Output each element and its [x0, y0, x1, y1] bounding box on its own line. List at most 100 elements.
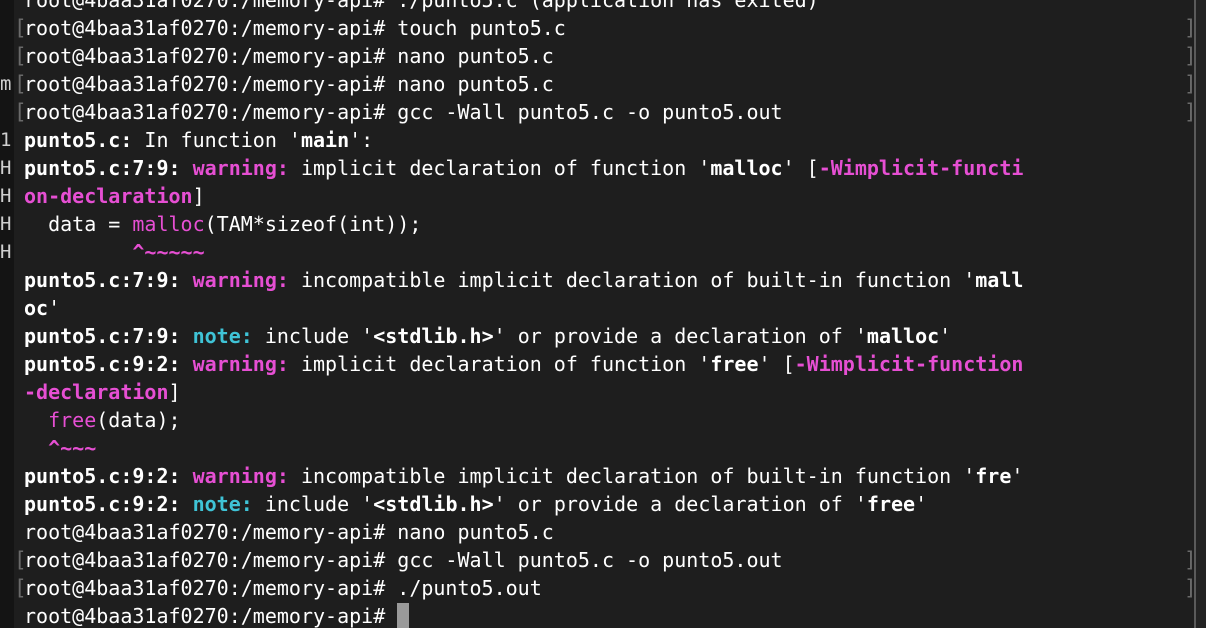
terminal-text-segment: root@4baa31af0270:/memory-api# ./punto5.… — [24, 0, 819, 12]
terminal-text-segment: ] — [192, 184, 205, 208]
terminal-text-segment: punto5.c:9:2: — [24, 464, 193, 488]
terminal-text-segment: (data); — [96, 408, 181, 432]
terminal-text-segment: ' — [1011, 464, 1024, 488]
line-mark-left — [14, 350, 24, 378]
line-mark-right — [1184, 210, 1194, 238]
terminal-cursor — [397, 603, 410, 628]
line-mark-right — [1184, 126, 1194, 154]
terminal-line: root@4baa31af0270:/memory-api# nano punt… — [24, 518, 1186, 546]
terminal-text-segment: ' — [939, 324, 952, 348]
terminal-text-segment: malloc — [866, 324, 940, 348]
line-mark-right — [1184, 182, 1194, 210]
line-mark-right — [1184, 0, 1194, 14]
terminal-text-segment: oc — [24, 296, 49, 320]
terminal-text-segment: note: — [192, 492, 253, 516]
line-mark-left — [14, 434, 24, 462]
line-mark-left: [ — [14, 100, 27, 124]
terminal-text-segment: ' or provide a declaration of ' — [493, 492, 867, 516]
line-mark-right — [1184, 238, 1194, 266]
terminal-text-segment: punto5.c:9:2: — [24, 352, 193, 376]
terminal-line: punto5.c:7:9: warning: implicit declarat… — [24, 154, 1186, 182]
terminal-text-segment: include ' — [252, 324, 374, 348]
terminal-text-segment: ^~~~~~ — [24, 240, 205, 264]
terminal-line: root@4baa31af0270:/memory-api# ./punto5.… — [24, 574, 1186, 602]
terminal-output[interactable]: root@4baa31af0270:/memory-api# ./punto5.… — [24, 0, 1186, 628]
background-char — [0, 0, 14, 14]
terminal-line: oc' — [24, 294, 1186, 322]
line-mark-right — [1184, 602, 1194, 628]
line-mark-left — [14, 210, 24, 238]
terminal-text-segment: warning: — [192, 156, 289, 180]
line-mark-left — [14, 182, 24, 210]
line-marks-right: ]]]]]] — [1184, 0, 1197, 628]
line-mark-left — [14, 322, 24, 350]
background-char: 1 — [0, 129, 12, 151]
line-mark-right — [1184, 350, 1194, 378]
terminal-line: root@4baa31af0270:/memory-api# nano punt… — [24, 42, 1186, 70]
terminal-text-segment: free — [866, 492, 916, 516]
background-window-text: m1HHHH — [0, 0, 14, 266]
line-mark-right: ] — [1184, 100, 1197, 124]
terminal-line: ^~~~~~ — [24, 238, 1186, 266]
terminal-text-segment: incompatible implicit declaration of bui… — [288, 268, 976, 292]
terminal-text-segment: punto5.c:7:9: — [24, 324, 193, 348]
line-mark-right: ] — [1184, 16, 1197, 40]
terminal-text-segment: root@4baa31af0270:/memory-api# gcc -Wall… — [24, 100, 783, 124]
line-mark-left — [14, 126, 24, 154]
line-mark-left — [14, 378, 24, 406]
line-mark-left — [14, 0, 24, 14]
terminal-text-segment: fre — [975, 464, 1012, 488]
terminal-text-segment: ] — [168, 380, 181, 404]
terminal-text-segment: (TAM*sizeof(int)); — [204, 212, 422, 236]
background-char — [0, 14, 14, 42]
line-mark-left — [14, 294, 24, 322]
terminal-text-segment: root@4baa31af0270:/memory-api# touch pun… — [24, 16, 566, 40]
line-mark-left — [14, 238, 24, 266]
terminal-text-segment: In function ' — [132, 128, 301, 152]
line-mark-left — [14, 266, 24, 294]
terminal-text-segment: ' — [915, 492, 928, 516]
terminal-text-segment: punto5.c:7:9: — [24, 156, 193, 180]
terminal-text-segment: punto5.c: — [24, 128, 133, 152]
terminal-text-segment: main — [300, 128, 350, 152]
terminal-text-segment: implicit declaration of function ' — [288, 156, 711, 180]
background-char — [0, 42, 14, 70]
terminal-text-segment: ': — [349, 128, 374, 152]
terminal-text-segment: note: — [192, 324, 253, 348]
terminal-line: -declaration] — [24, 378, 1186, 406]
background-char — [0, 98, 14, 126]
terminal-text-segment: free — [710, 352, 759, 376]
line-mark-right — [1184, 378, 1194, 406]
terminal-line: root@4baa31af0270:/memory-api# touch pun… — [24, 14, 1186, 42]
terminal-text-segment: ^~~~ — [24, 436, 97, 460]
terminal-line: punto5.c:9:2: note: include '<stdlib.h>'… — [24, 490, 1186, 518]
terminal-text-segment: -Wimplicit-function — [794, 352, 1024, 376]
terminal-line: root@4baa31af0270:/memory-api# ./punto5.… — [24, 0, 1186, 14]
terminal-text-segment: <stdlib.h> — [373, 324, 494, 348]
terminal-text-segment: warning: — [192, 352, 289, 376]
terminal-text-segment: warning: — [192, 268, 289, 292]
terminal-text-segment: free — [48, 408, 97, 432]
terminal-text-segment: malloc — [132, 212, 205, 236]
terminal-line: root@4baa31af0270:/memory-api# — [24, 602, 1186, 628]
terminal-text-segment: ' [ — [782, 156, 819, 180]
terminal-window[interactable]: m1HHHH [[[[[[ root@4baa31af0270:/memory-… — [0, 0, 1206, 628]
line-mark-left — [14, 462, 24, 490]
terminal-text-segment: warning: — [192, 464, 289, 488]
terminal-text-segment: root@4baa31af0270:/memory-api# nano punt… — [24, 72, 554, 96]
line-mark-right — [1184, 518, 1194, 546]
terminal-text-segment: incompatible implicit declaration of bui… — [288, 464, 976, 488]
terminal-text-segment: mall — [975, 268, 1024, 292]
terminal-line: root@4baa31af0270:/memory-api# gcc -Wall… — [24, 98, 1186, 126]
background-char: m — [0, 73, 12, 95]
terminal-line: punto5.c: In function 'main': — [24, 126, 1186, 154]
terminal-text-segment: data = — [24, 212, 133, 236]
line-mark-right — [1184, 294, 1194, 322]
terminal-line: punto5.c:9:2: warning: incompatible impl… — [24, 462, 1186, 490]
terminal-line: punto5.c:9:2: warning: implicit declarat… — [24, 350, 1186, 378]
line-mark-right — [1184, 154, 1194, 182]
terminal-text-segment: -declaration — [24, 380, 169, 404]
terminal-line: punto5.c:7:9: note: include '<stdlib.h> '… — [24, 322, 1186, 350]
vertical-scrollbar[interactable] — [1196, 0, 1206, 628]
line-mark-left — [14, 490, 24, 518]
